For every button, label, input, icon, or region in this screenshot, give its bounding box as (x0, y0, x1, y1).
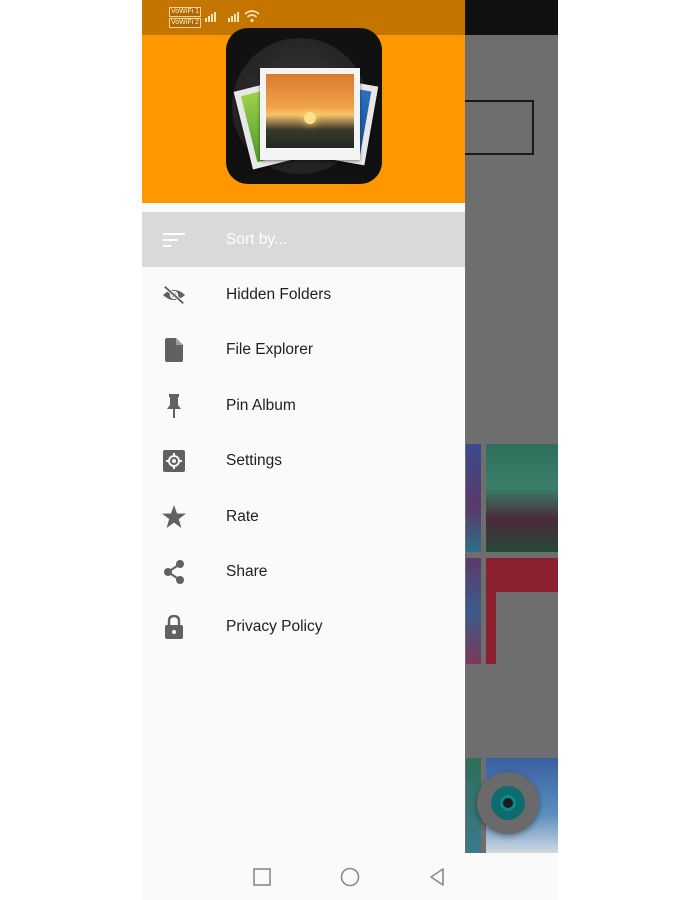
triangle-back-icon[interactable] (428, 867, 448, 887)
phone-screen: 99 VoWiFi 1 VoWiFi 2 (142, 0, 558, 900)
settings-icon (162, 449, 186, 473)
circle-icon[interactable] (340, 867, 360, 887)
menu-item-label: Hidden Folders (226, 286, 332, 304)
menu-item-pin-album[interactable]: Pin Album (142, 378, 465, 433)
system-nav-bar (142, 853, 558, 900)
sort-icon (162, 228, 186, 252)
menu-item-label: Privacy Policy (226, 618, 323, 636)
signal-icon (205, 10, 219, 22)
menu-item-hidden-folders[interactable]: Hidden Folders (142, 267, 465, 322)
menu-item-label: Pin Album (226, 396, 296, 414)
signal-icon (228, 10, 242, 22)
menu-item-label: Settings (226, 452, 283, 470)
album-thumbnail (466, 558, 481, 664)
app-logo (226, 28, 382, 184)
sim1-badge: VoWiFi 1 (169, 7, 202, 17)
menu-item-label: Share (226, 563, 268, 581)
gallery-photos-icon (232, 38, 379, 174)
share-icon (162, 560, 186, 585)
menu-item-file-explorer[interactable]: File Explorer (142, 323, 465, 378)
drawer-menu: Sort by... Hidden Folders File Explorer … (142, 212, 465, 655)
drawer-header: VoWiFi 1 VoWiFi 2 (142, 0, 465, 203)
menu-item-privacy-policy[interactable]: Privacy Policy (142, 600, 465, 655)
menu-item-settings[interactable]: Settings (142, 434, 465, 489)
menu-item-label: Rate (226, 507, 259, 525)
album-thumbnail (486, 444, 558, 552)
pin-icon (162, 393, 186, 418)
background-search-box (464, 100, 534, 155)
sim2-badge: VoWiFi 2 (169, 18, 202, 28)
file-icon (162, 338, 186, 363)
menu-item-label: Sort by... (226, 230, 287, 248)
star-icon (162, 505, 186, 529)
album-thumbnail (466, 444, 481, 552)
menu-item-rate[interactable]: Rate (142, 489, 465, 544)
album-thumbnail (486, 558, 558, 664)
navigation-drawer: VoWiFi 1 VoWiFi 2 Sort by... Hidden Fold… (142, 0, 465, 853)
menu-item-share[interactable]: Share (142, 544, 465, 599)
camera-fab-button[interactable] (477, 772, 539, 834)
lock-icon (162, 615, 186, 640)
square-icon[interactable] (252, 867, 272, 887)
menu-item-sort-by[interactable]: Sort by... (142, 212, 465, 268)
wifi-icon (244, 10, 260, 23)
menu-item-label: File Explorer (226, 341, 313, 359)
eye-off-icon (162, 283, 186, 307)
